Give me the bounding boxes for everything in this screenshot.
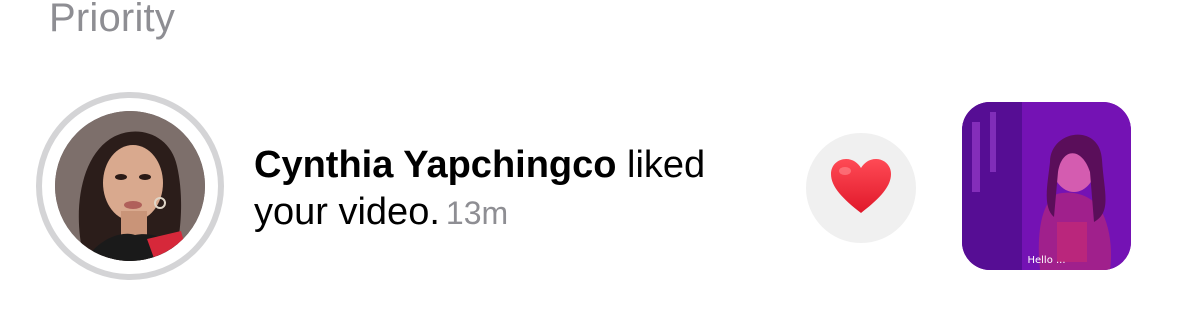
notification-row[interactable]: Cynthia Yapchingco liked your video.13m <box>0 88 1179 288</box>
user-name[interactable]: Cynthia Yapchingco <box>254 144 616 186</box>
reaction-badge <box>806 133 916 243</box>
avatar-ring[interactable] <box>36 92 224 280</box>
video-caption: Hello ... <box>1027 255 1066 266</box>
avatar-image <box>55 111 205 261</box>
section-title: Priority <box>49 0 176 40</box>
notification-text[interactable]: Cynthia Yapchingco liked your video. 13m <box>254 142 774 237</box>
timestamp: 13m <box>445 195 509 231</box>
video-thumbnail-image <box>962 102 1131 270</box>
avatar[interactable] <box>55 111 205 261</box>
heart-icon <box>831 159 891 213</box>
video-thumbnail[interactable]: Hello ... <box>962 102 1131 270</box>
